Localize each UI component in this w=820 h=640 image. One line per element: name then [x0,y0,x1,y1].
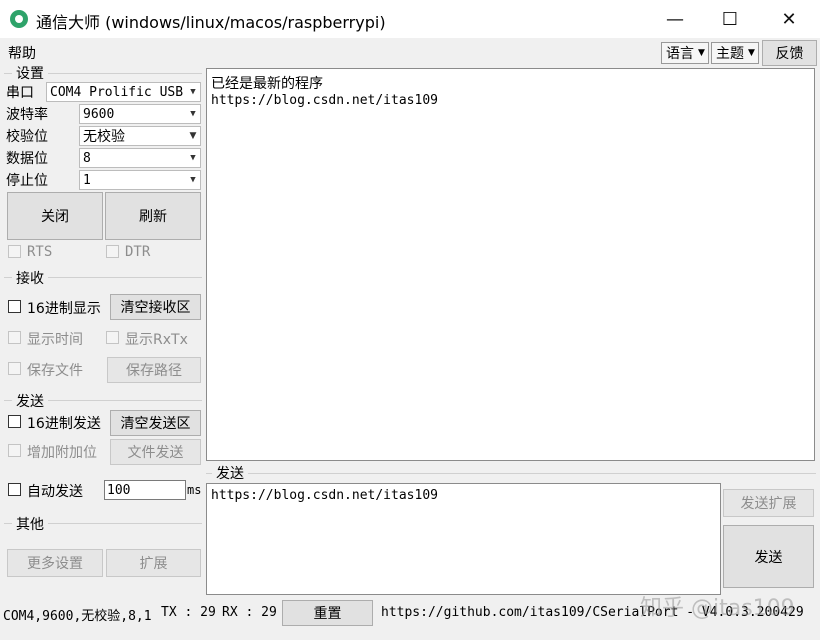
minimize-button[interactable]: — [646,0,704,38]
refresh-button[interactable]: 刷新 [105,192,201,240]
send-text-area[interactable]: https://blog.csdn.net/itas109 [206,483,721,595]
save-file-label: 保存文件 [27,363,83,379]
extend-button[interactable]: 扩展 [106,549,201,577]
rts-checkbox[interactable] [8,245,21,258]
show-rxtx-label: 显示RxTx [125,332,188,348]
append-bit-checkbox[interactable] [8,444,21,457]
parity-select[interactable]: 无校验 ▼ [79,126,201,146]
receive-line-1: 已经是最新的程序 [211,76,323,92]
port-value: COM4 Prolific USB [50,84,184,100]
send-expand-button[interactable]: 发送扩展 [723,489,814,517]
receive-area[interactable]: 已经是最新的程序 https://blog.csdn.net/itas109 [206,68,815,461]
parity-label: 校验位 [6,129,48,145]
more-settings-button[interactable]: 更多设置 [7,549,103,577]
dtr-label: DTR [125,244,151,260]
window-title: 通信大师 (windows/linux/macos/raspberrypi) [36,13,386,32]
show-rxtx-checkbox[interactable] [106,331,119,344]
menu-help[interactable]: 帮助 [8,43,36,63]
reset-button[interactable]: 重置 [282,600,373,626]
theme-dropdown[interactable]: 主题 ▼ [711,42,759,64]
status-port-info: COM4,9600,无校验,8,1 [3,609,152,624]
chevron-down-icon: ▼ [190,175,196,185]
save-file-checkbox[interactable] [8,362,21,375]
hex-display-label: 16进制显示 [27,301,101,317]
stopbits-select[interactable]: 1 ▼ [79,170,201,190]
dtr-checkbox[interactable] [106,245,119,258]
chevron-down-icon: ▼ [189,131,197,141]
other-group-title: 其他 [12,514,48,534]
send-button[interactable]: 发送 [723,525,814,588]
rts-label: RTS [27,244,53,260]
chevron-down-icon: ▼ [190,153,196,163]
baud-label: 波特率 [6,107,48,123]
show-time-label: 显示时间 [27,332,83,348]
databits-select[interactable]: 8 ▼ [79,148,201,168]
status-tx: TX : 29 [161,605,216,620]
clear-receive-button[interactable]: 清空接收区 [110,294,201,320]
hex-send-label: 16进制发送 [27,416,101,432]
send-area-title: 发送 [212,463,248,483]
databits-label: 数据位 [6,151,48,167]
maximize-button[interactable]: ☐ [701,0,759,38]
send-group-title: 发送 [12,391,48,411]
interval-input[interactable]: 100 [104,480,186,500]
title-bar: 通信大师 (windows/linux/macos/raspberrypi) —… [0,0,820,38]
port-select[interactable]: COM4 Prolific USB ▼ [46,82,201,102]
append-bit-label: 增加附加位 [27,445,97,461]
close-port-button[interactable]: 关闭 [7,192,103,240]
baud-select[interactable]: 9600 ▼ [79,104,201,124]
settings-group-title: 设置 [12,63,48,83]
port-label: 串口 [6,85,34,101]
clear-send-button[interactable]: 清空发送区 [110,410,201,436]
stopbits-label: 停止位 [6,173,48,189]
status-rx: RX : 29 [222,605,277,620]
chevron-down-icon: ▼ [748,48,755,58]
chevron-down-icon: ▼ [190,87,196,97]
auto-send-checkbox[interactable] [8,483,21,496]
baud-value: 9600 [83,106,115,122]
send-area-divider [206,473,816,474]
theme-label: 主题 [716,46,744,62]
databits-value: 8 [83,150,91,166]
app-icon [10,10,28,28]
file-send-button[interactable]: 文件发送 [110,439,201,465]
stopbits-value: 1 [83,172,91,188]
chevron-down-icon: ▼ [190,109,196,119]
language-label: 语言 [666,46,694,62]
show-time-checkbox[interactable] [8,331,21,344]
receive-line-2: https://blog.csdn.net/itas109 [211,93,438,108]
interval-unit: ms [187,483,202,497]
save-path-button[interactable]: 保存路径 [107,357,201,383]
parity-value: 无校验 [83,129,125,145]
watermark: 知乎 @itas109 [640,596,795,621]
feedback-button[interactable]: 反馈 [762,40,817,66]
hex-send-checkbox[interactable] [8,415,21,428]
language-dropdown[interactable]: 语言 ▼ [661,42,709,64]
receive-group-title: 接收 [12,268,48,288]
hex-display-checkbox[interactable] [8,300,21,313]
auto-send-label: 自动发送 [27,484,83,500]
close-button[interactable]: ✕ [760,0,818,38]
chevron-down-icon: ▼ [698,48,705,58]
